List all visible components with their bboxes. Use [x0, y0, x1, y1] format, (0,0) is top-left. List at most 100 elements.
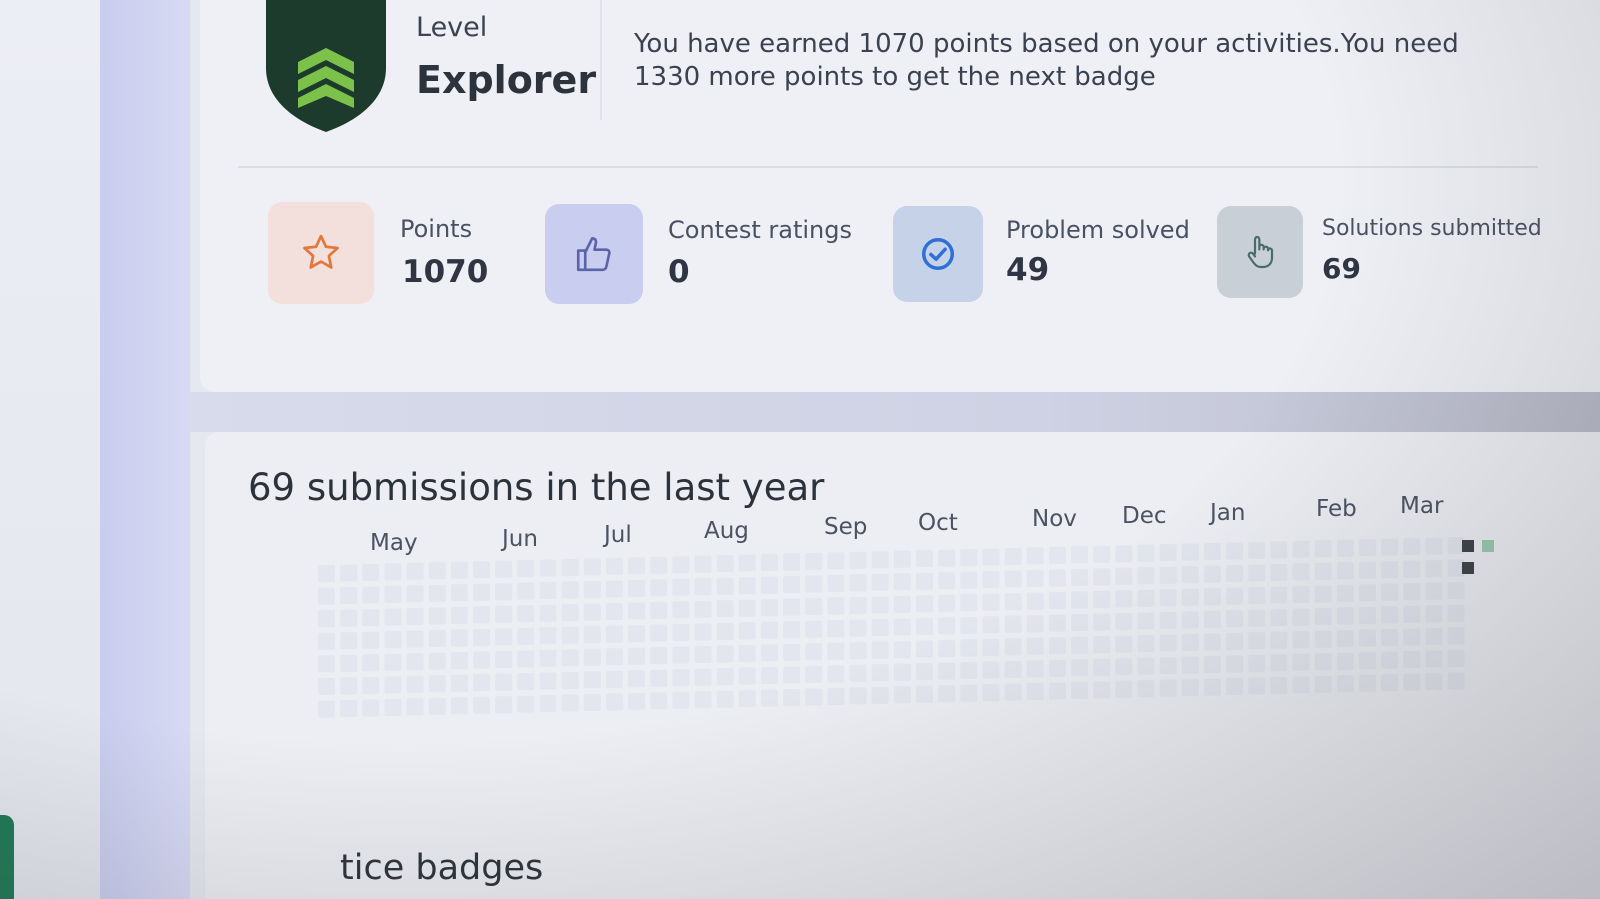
heatmap-cell	[805, 575, 823, 593]
heatmap-cell	[1447, 627, 1465, 645]
heatmap-cell	[1314, 653, 1332, 671]
heatmap-cell	[650, 624, 668, 642]
heatmap-cell	[1115, 590, 1133, 608]
heatmap-cell	[960, 594, 978, 612]
heatmap-cell	[694, 578, 712, 596]
heatmap-cell	[406, 562, 424, 580]
heatmap-cell	[1226, 610, 1244, 628]
heatmap-cell	[1314, 675, 1332, 693]
heatmap-cell	[1159, 611, 1177, 629]
heatmap-cell	[583, 648, 601, 666]
heatmap-cell	[340, 587, 358, 605]
heatmap-cell	[1447, 604, 1465, 622]
heatmap-cell	[1270, 586, 1288, 604]
heatmap-cell	[1226, 678, 1244, 696]
heatmap-cell	[1004, 683, 1022, 701]
heatmap-cell	[1314, 608, 1332, 626]
heatmap-cell	[1026, 592, 1044, 610]
heatmap-cell	[517, 673, 535, 691]
heatmap-cell	[805, 598, 823, 616]
heatmap-cell	[1336, 652, 1354, 670]
heatmap-cell	[672, 691, 690, 709]
heatmap-cell	[1026, 547, 1044, 565]
heatmap-cell	[650, 669, 668, 687]
heatmap-cell	[1004, 615, 1022, 633]
heatmap-cell	[760, 689, 778, 707]
heatmap-cell	[428, 652, 446, 670]
heatmap-cell	[738, 644, 756, 662]
heatmap-cell	[960, 616, 978, 634]
heatmap-cell	[628, 692, 646, 710]
heatmap-cell	[1137, 567, 1155, 585]
heatmap-cell	[1358, 561, 1376, 579]
heatmap-cell	[960, 571, 978, 589]
heatmap-cell	[1292, 586, 1310, 603]
contest-ratings-value: 0	[668, 254, 690, 290]
heatmap-cell	[450, 697, 468, 715]
heatmap-cell	[893, 573, 911, 591]
solutions-submitted-stat-tile	[1217, 206, 1303, 298]
heatmap-cell	[672, 578, 690, 596]
heatmap-cell	[1071, 568, 1089, 586]
heatmap-cell	[672, 601, 690, 619]
heatmap-cell	[694, 600, 712, 618]
heatmap-cell	[827, 574, 845, 592]
heatmap-cell	[318, 610, 335, 628]
heatmap-cell	[1292, 676, 1310, 694]
heatmap-cell	[495, 696, 513, 714]
heatmap-cell	[938, 549, 956, 567]
heatmap-cell	[738, 690, 756, 708]
heatmap-cell	[1358, 539, 1376, 557]
heatmap-cell	[605, 648, 623, 666]
heatmap-cell	[871, 664, 889, 682]
heatmap-cell	[1403, 651, 1421, 669]
heatmap-cell	[1115, 545, 1133, 563]
heatmap-cell	[893, 663, 911, 681]
heatmap-active-cell	[1462, 540, 1474, 552]
heatmap-cell	[827, 642, 845, 660]
heatmap-cell	[495, 583, 513, 601]
heatmap-cell	[1425, 582, 1443, 600]
month-label: Mar	[1400, 493, 1444, 519]
month-label: Feb	[1316, 496, 1357, 522]
heatmap-cell	[1248, 654, 1266, 672]
heatmap-cell	[628, 625, 646, 643]
heatmap-cell	[1381, 651, 1399, 669]
heatmap-cell	[561, 671, 579, 689]
heatmap-cell	[827, 687, 845, 705]
heatmap-cell	[1226, 632, 1244, 650]
heatmap-cell	[849, 664, 867, 682]
heatmap-cell	[561, 604, 579, 622]
heatmap-cell	[450, 629, 468, 647]
heatmap-cell	[583, 694, 601, 711]
heatmap-cell	[1203, 610, 1221, 628]
heatmap-cell	[760, 554, 778, 571]
heatmap-cell	[628, 579, 646, 597]
heatmap-cell	[1093, 590, 1111, 608]
heatmap-cell	[960, 662, 978, 680]
heatmap-cell	[893, 686, 911, 704]
heatmap-cell	[938, 572, 956, 590]
heatmap-cell	[539, 559, 557, 577]
heatmap-cell	[938, 662, 956, 680]
heatmap-cell	[1137, 612, 1155, 630]
heatmap-cell	[893, 641, 911, 659]
heatmap-cell	[1336, 607, 1354, 625]
heatmap-cell	[1314, 585, 1332, 603]
heatmap-cell	[871, 573, 889, 591]
heatmap-cell	[628, 647, 646, 665]
heatmap-cell	[694, 555, 712, 573]
heatmap-cell	[1336, 675, 1354, 693]
heatmap-cell	[561, 558, 579, 576]
heatmap-cell	[605, 670, 623, 688]
heatmap-cell	[783, 576, 801, 594]
heatmap-cell	[1381, 606, 1399, 624]
heatmap-cell	[1381, 629, 1399, 646]
heatmap-cell	[1203, 678, 1221, 696]
contest-ratings-label: Contest ratings	[668, 216, 852, 244]
heatmap-cell	[1026, 683, 1044, 700]
heatmap-cell	[450, 561, 468, 579]
heatmap-cell	[1270, 541, 1288, 559]
heatmap-cell	[849, 619, 867, 637]
sidebar-accent-bar	[100, 0, 190, 899]
